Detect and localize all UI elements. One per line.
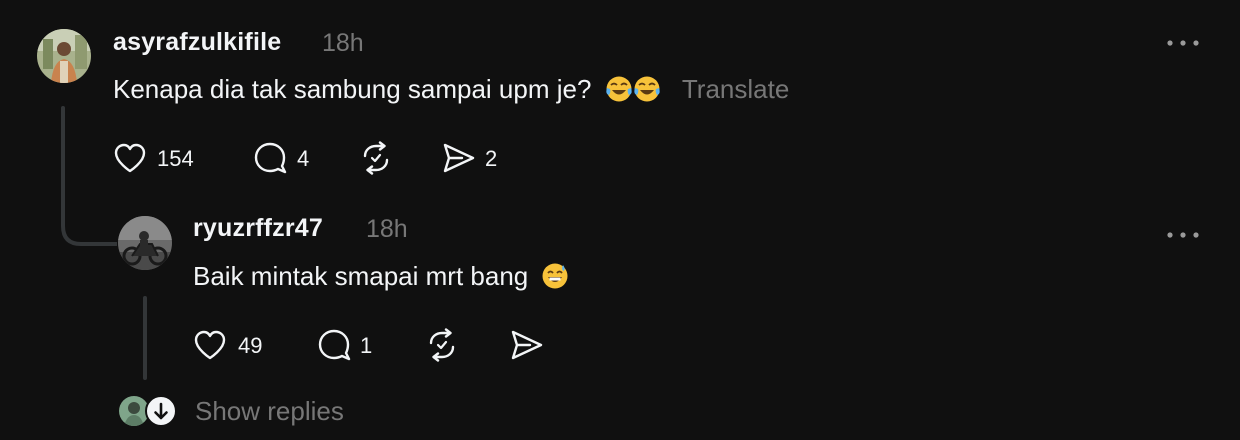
translate-link[interactable]: Translate <box>682 74 789 104</box>
share-icon[interactable] <box>442 142 476 174</box>
comment-icon[interactable] <box>318 329 352 361</box>
comment-text-content: Baik mintak smapai mrt bang <box>193 261 529 291</box>
thread-line <box>61 106 65 224</box>
heart-icon[interactable] <box>193 329 227 361</box>
timestamp: 18h <box>366 215 408 243</box>
reply-count: 4 <box>297 146 310 171</box>
more-icon[interactable] <box>1165 30 1201 56</box>
more-icon[interactable] <box>1165 222 1201 248</box>
comment-text: Kenapa dia tak sambung sampai upm je? Tr… <box>113 74 789 110</box>
share-icon[interactable] <box>510 329 544 361</box>
repost-icon[interactable] <box>425 328 459 362</box>
heart-icon[interactable] <box>113 142 147 174</box>
thread-line-curve <box>61 218 117 246</box>
timestamp: 18h <box>322 29 364 57</box>
tears-of-joy-emoji-icon <box>605 75 633 110</box>
share-count: 2 <box>485 146 498 171</box>
reply-count: 1 <box>360 333 373 358</box>
show-replies-link[interactable]: Show replies <box>195 396 344 427</box>
tears-of-joy-emoji-icon <box>633 75 661 110</box>
thread-line-2 <box>143 296 147 380</box>
like-count: 154 <box>157 146 194 171</box>
avatar[interactable] <box>118 216 172 270</box>
comment-text-content: Kenapa dia tak sambung sampai upm je? <box>113 74 592 104</box>
comment-text: Baik mintak smapai mrt bang <box>193 261 569 297</box>
username[interactable]: ryuzrffzr47 <box>193 214 323 243</box>
avatar[interactable] <box>37 29 91 83</box>
arrow-down-icon[interactable] <box>145 395 177 427</box>
comment-icon[interactable] <box>254 142 288 174</box>
username[interactable]: asyrafzulkifile <box>113 28 281 57</box>
repost-icon[interactable] <box>359 141 393 175</box>
like-count: 49 <box>238 333 263 358</box>
grinning-sweat-emoji-icon <box>541 262 569 297</box>
